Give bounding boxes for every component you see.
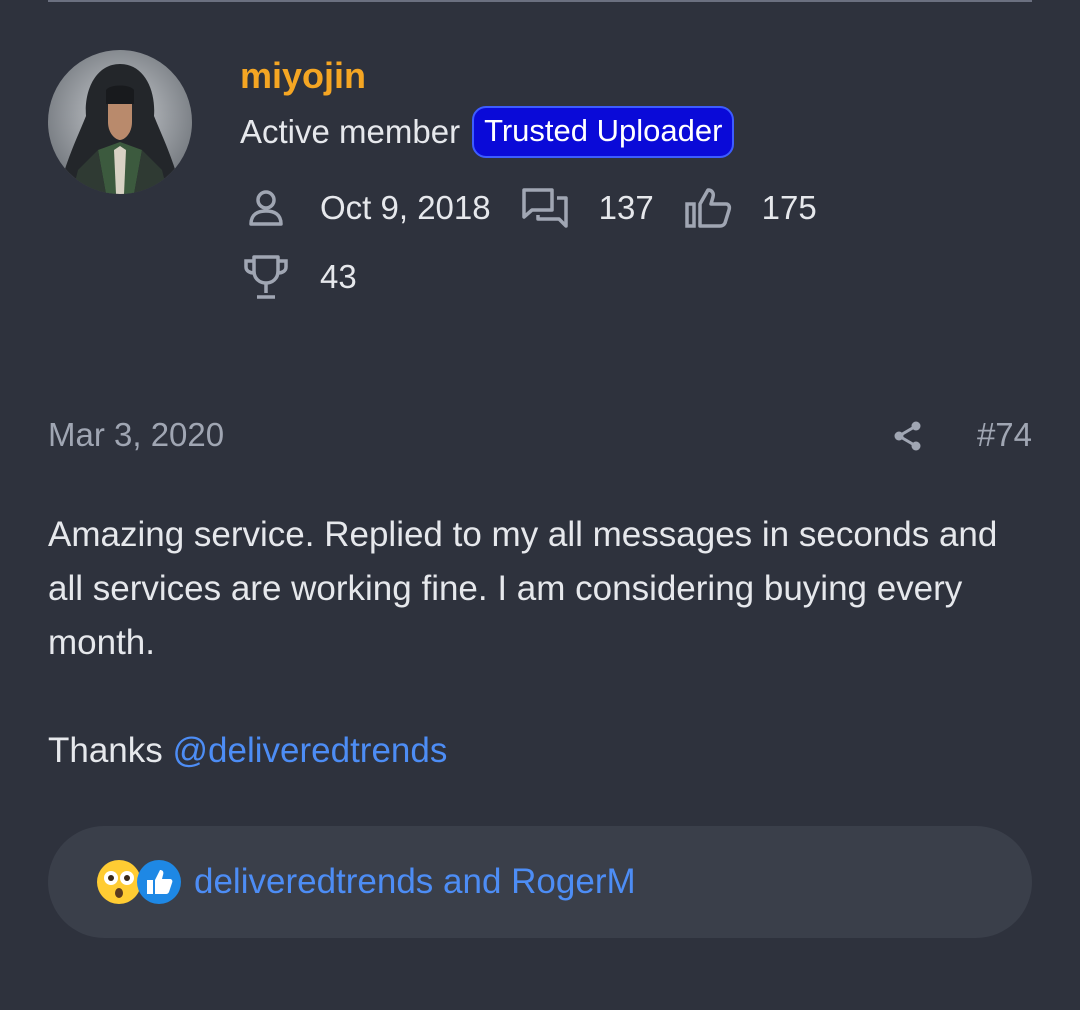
reaction-score: 175: [761, 189, 817, 226]
user-icon: [240, 183, 292, 233]
points-count: 43: [320, 258, 357, 295]
reaction-icons: [96, 859, 182, 905]
stat-joined: Oct 9, 2018: [240, 183, 491, 233]
reactions-bar[interactable]: deliveredtrends and RogerM: [48, 826, 1032, 938]
user-banner: Trusted Uploader: [472, 106, 735, 158]
stat-messages: 137: [519, 183, 654, 233]
user-title: Active member: [240, 113, 461, 150]
user-stats-row: Oct 9, 2018 137 175: [240, 183, 845, 233]
post-thanks: Thanks @deliveredtrends: [48, 724, 1038, 778]
post-date[interactable]: Mar 3, 2020: [48, 413, 224, 457]
post-text: Amazing service. Replied to my all messa…: [48, 515, 998, 662]
thumbs-up-icon: [682, 183, 734, 233]
post-number[interactable]: #74: [977, 413, 1032, 457]
joined-date: Oct 9, 2018: [320, 189, 491, 226]
stat-reactions: 175: [682, 183, 817, 233]
top-divider: [48, 0, 1032, 2]
stat-points: 43: [240, 252, 357, 302]
post-body: Amazing service. Replied to my all messa…: [48, 508, 1038, 778]
trophy-icon: [240, 252, 292, 302]
like-emoji-icon: [136, 859, 182, 905]
reaction-users-link[interactable]: deliveredtrends and RogerM: [194, 862, 636, 902]
share-icon[interactable]: [886, 414, 930, 458]
username[interactable]: miyojin: [240, 54, 366, 98]
user-mention[interactable]: @deliveredtrends: [173, 731, 448, 770]
messages-icon: [519, 183, 571, 233]
user-stats-row-2: 43: [240, 252, 385, 302]
message-count: 137: [598, 189, 654, 226]
avatar[interactable]: [48, 50, 192, 194]
thanks-text: Thanks: [48, 731, 173, 770]
user-title-row: Active member Trusted Uploader: [240, 106, 735, 158]
avatar-image: [48, 50, 192, 194]
